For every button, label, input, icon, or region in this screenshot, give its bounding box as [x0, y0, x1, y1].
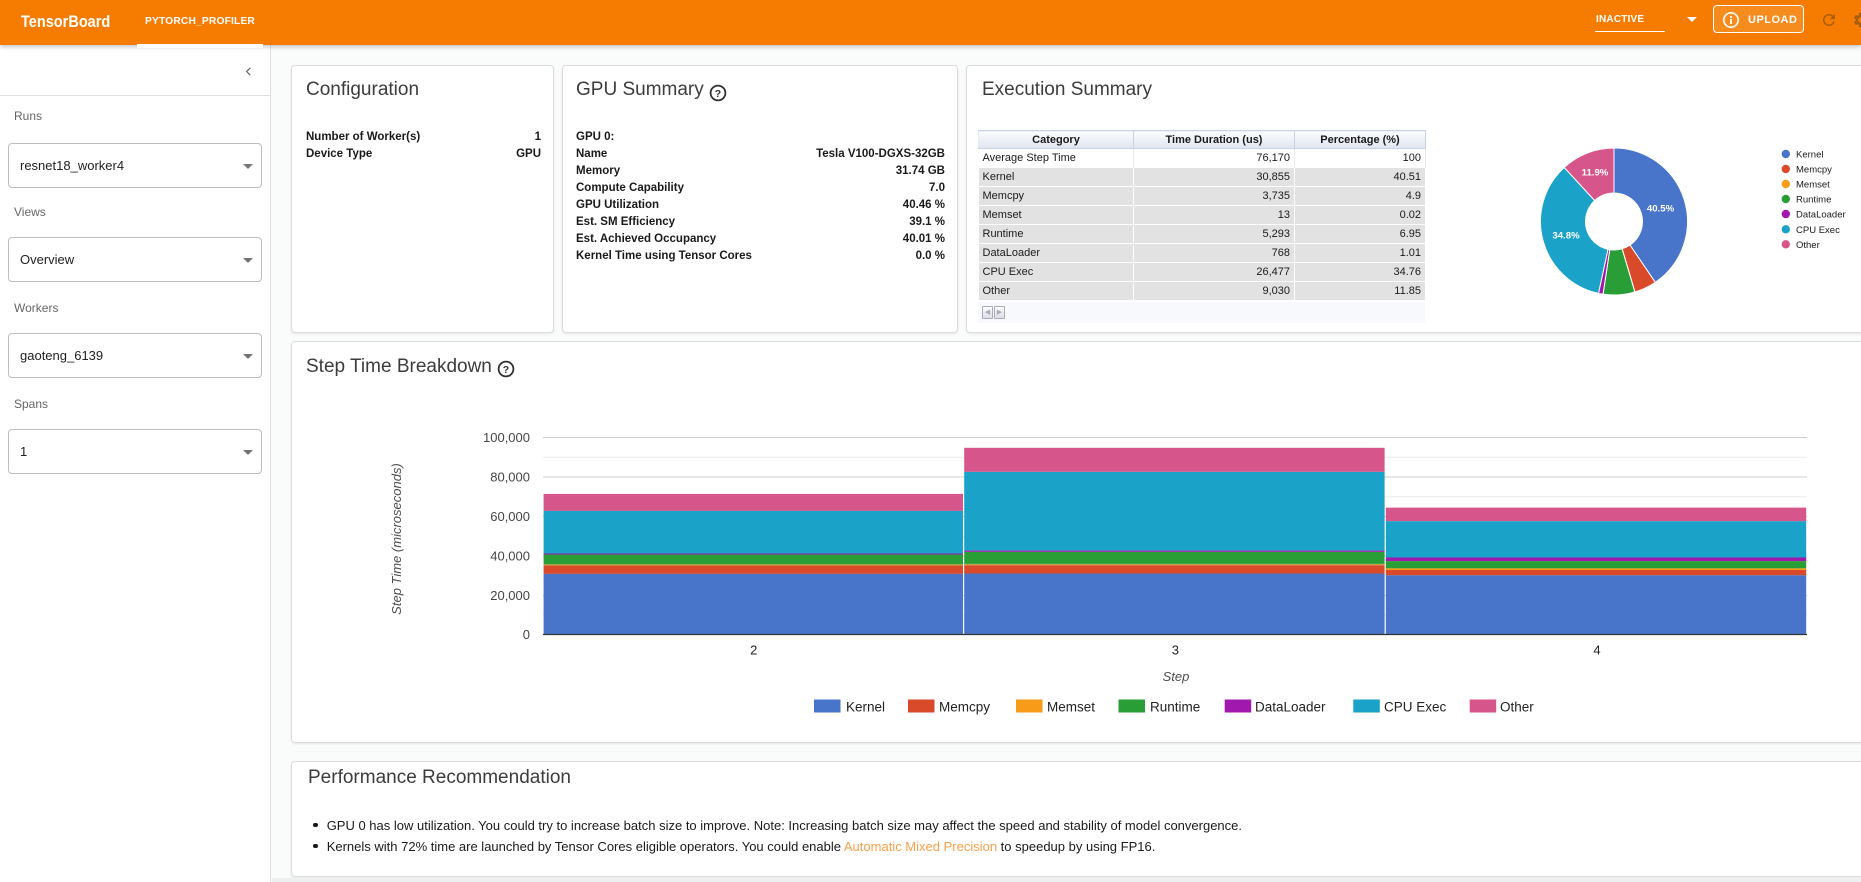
svg-text:CPU Exec: CPU Exec [1384, 700, 1447, 715]
svg-text:2: 2 [750, 643, 757, 658]
svg-text:0: 0 [523, 627, 530, 642]
svg-text:3: 3 [1172, 643, 1179, 658]
svg-text:60,000: 60,000 [490, 509, 530, 524]
svg-text:DataLoader: DataLoader [1796, 210, 1846, 221]
svg-text:Kernel: Kernel [1796, 150, 1823, 161]
svg-text:Step: Step [1163, 669, 1190, 684]
svg-text:Step Time (microseconds): Step Time (microseconds) [389, 463, 404, 615]
svg-text:Runtime: Runtime [1796, 195, 1831, 206]
svg-text:100,000: 100,000 [483, 430, 530, 445]
svg-text:CPU Exec: CPU Exec [1796, 225, 1840, 236]
svg-text:DataLoader: DataLoader [1255, 700, 1326, 715]
svg-text:11.9%: 11.9% [1582, 167, 1609, 178]
svg-text:40.5%: 40.5% [1647, 203, 1675, 214]
svg-text:34.8%: 34.8% [1552, 230, 1580, 241]
svg-text:Memset: Memset [1796, 180, 1830, 191]
svg-text:80,000: 80,000 [490, 470, 530, 485]
svg-text:Other: Other [1500, 700, 1534, 715]
svg-text:Memcpy: Memcpy [939, 700, 990, 715]
svg-text:Memset: Memset [1047, 700, 1095, 715]
svg-text:4: 4 [1593, 643, 1600, 658]
svg-text:Kernel: Kernel [846, 700, 885, 715]
svg-text:40,000: 40,000 [490, 549, 530, 564]
svg-text:Memcpy: Memcpy [1796, 165, 1832, 176]
svg-text:Runtime: Runtime [1150, 700, 1200, 715]
svg-text:20,000: 20,000 [490, 588, 530, 603]
svg-text:Other: Other [1796, 240, 1820, 251]
svg-text:?: ? [503, 364, 509, 376]
svg-text:?: ? [715, 88, 721, 100]
